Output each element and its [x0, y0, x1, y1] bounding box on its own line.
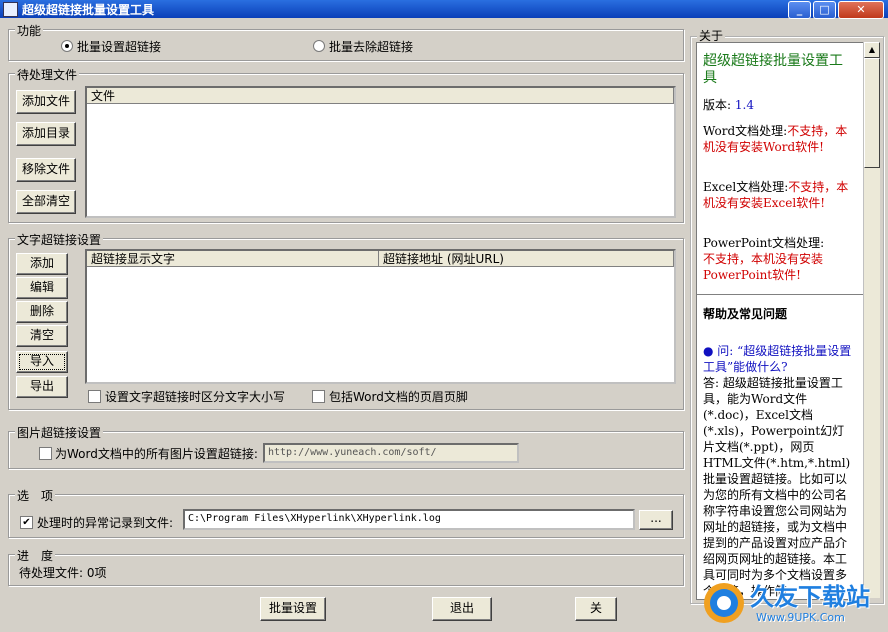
- version-label: 版本:: [703, 98, 732, 112]
- about-ppt-status: PowerPoint文档处理: 不支持，本机没有安装PowerPoint软件!: [703, 235, 853, 283]
- function-group-title: 功能: [15, 22, 44, 39]
- radio-batch-set-label[interactable]: 批量设置超链接: [77, 38, 161, 55]
- add-link-button[interactable]: 添加: [16, 253, 68, 275]
- browse-button[interactable]: ...: [639, 510, 673, 530]
- files-group: 待处理文件 添加文件 添加目录 移除文件 全部清空 文件: [8, 66, 684, 223]
- edit-link-button[interactable]: 编辑: [16, 277, 68, 299]
- about-excel-status: Excel文档处理:不支持，本机没有安装Excel软件!: [703, 179, 853, 211]
- options-group: 选 项 ✔ 处理时的异常记录到文件: C:\Program Files\XHyp…: [8, 487, 684, 538]
- version-value: 1.4: [734, 98, 754, 112]
- pending-files-status: 待处理文件: 0项: [19, 566, 107, 580]
- about-divider: [697, 294, 864, 295]
- about-toggle-button[interactable]: 关: [575, 597, 617, 621]
- export-button[interactable]: 导出: [16, 376, 68, 398]
- clear-all-button[interactable]: 全部清空: [16, 190, 76, 214]
- case-sensitive-checkbox[interactable]: [88, 390, 101, 403]
- delete-link-button[interactable]: 删除: [16, 301, 68, 323]
- scroll-thumb[interactable]: [864, 58, 880, 168]
- about-scrollbar[interactable]: ▲: [863, 42, 880, 598]
- file-column-header[interactable]: 文件: [87, 88, 674, 104]
- clear-links-button[interactable]: 清空: [16, 325, 68, 347]
- link-list[interactable]: 超链接显示文字 超链接地址 (网址URL): [85, 249, 676, 384]
- progress-group-title: 进 度: [15, 547, 56, 564]
- include-header-footer-checkbox[interactable]: [312, 390, 325, 403]
- import-button[interactable]: 导入: [16, 351, 68, 373]
- text-link-group-title: 文字超链接设置: [15, 231, 104, 248]
- ppt-status-text: 不支持，本机没有安装PowerPoint软件!: [703, 252, 824, 282]
- maximize-button[interactable]: □: [813, 1, 836, 19]
- include-header-footer-label[interactable]: 包括Word文档的页眉页脚: [329, 388, 468, 405]
- about-version-row: 版本: 1.4: [703, 97, 853, 113]
- radio-batch-remove-label[interactable]: 批量去除超链接: [329, 38, 413, 55]
- batch-set-button[interactable]: 批量设置: [260, 597, 326, 621]
- add-file-button[interactable]: 添加文件: [16, 90, 76, 114]
- exit-button[interactable]: 退出: [432, 597, 492, 621]
- image-link-group: 图片超链接设置 为Word文档中的所有图片设置超链接: http://www.y…: [8, 424, 684, 469]
- scroll-up-arrow[interactable]: ▲: [864, 42, 880, 58]
- log-path-input[interactable]: C:\Program Files\XHyperlink\XHyperlink.l…: [183, 509, 635, 530]
- about-word-status: Word文档处理:不支持，本机没有安装Word软件!: [703, 123, 853, 155]
- about-app-name: 超级超链接批量设置工具: [703, 53, 843, 86]
- radio-batch-remove[interactable]: [313, 40, 325, 52]
- text-link-group: 文字超链接设置 添加 编辑 删除 清空 导入 导出 超链接显示文字 超链接地址 …: [8, 231, 684, 410]
- help-title: 帮助及常见问题: [703, 307, 788, 321]
- about-panel[interactable]: 超级超链接批量设置工具 版本: 1.4 Word文档处理:不支持，本机没有安装W…: [696, 42, 865, 600]
- watermark-brand: 久友下载站: [750, 583, 870, 611]
- faq-question: ● 问: “超级超链接批量设置工具”能做什么?: [703, 344, 852, 374]
- app-icon: [3, 2, 18, 17]
- image-link-checkbox[interactable]: [39, 447, 52, 460]
- remove-file-button[interactable]: 移除文件: [16, 158, 76, 182]
- log-errors-checkbox[interactable]: ✔: [20, 516, 33, 529]
- ppt-label: PowerPoint文档处理:: [703, 236, 825, 250]
- site-watermark: 久友下载站 Www.9UPK.Com: [700, 575, 888, 632]
- log-errors-label[interactable]: 处理时的异常记录到文件:: [37, 514, 173, 531]
- globe-logo-icon: [704, 583, 744, 623]
- files-group-title: 待处理文件: [15, 66, 80, 83]
- title-bar[interactable]: 超级超链接批量设置工具 _ □ ✕: [0, 0, 888, 19]
- add-directory-button[interactable]: 添加目录: [16, 122, 76, 146]
- faq-answer: 答: 超级超链接批量设置工具，能为Word文件(*.doc)，Excel文档(*…: [703, 376, 851, 598]
- window-title: 超级超链接批量设置工具: [22, 3, 155, 17]
- close-button[interactable]: ✕: [838, 1, 884, 19]
- options-group-title: 选 项: [15, 487, 56, 504]
- excel-label: Excel文档处理:: [703, 180, 789, 194]
- word-label: Word文档处理:: [703, 124, 788, 138]
- link-text-column-header[interactable]: 超链接显示文字: [87, 251, 379, 267]
- image-link-url-input[interactable]: http://www.yuneach.com/soft/: [263, 443, 519, 463]
- watermark-url: Www.9UPK.Com: [756, 611, 845, 624]
- minimize-button[interactable]: _: [788, 1, 811, 19]
- case-sensitive-label[interactable]: 设置文字超链接时区分文字大小写: [105, 388, 285, 405]
- radio-batch-set[interactable]: [61, 40, 73, 52]
- link-url-column-header[interactable]: 超链接地址 (网址URL): [379, 251, 674, 267]
- function-group: 功能 批量设置超链接 批量去除超链接: [8, 22, 684, 61]
- image-link-label[interactable]: 为Word文档中的所有图片设置超链接:: [55, 445, 258, 462]
- image-link-group-title: 图片超链接设置: [15, 424, 104, 441]
- progress-group: 进 度 待处理文件: 0项: [8, 547, 684, 586]
- file-list[interactable]: 文件: [85, 86, 676, 218]
